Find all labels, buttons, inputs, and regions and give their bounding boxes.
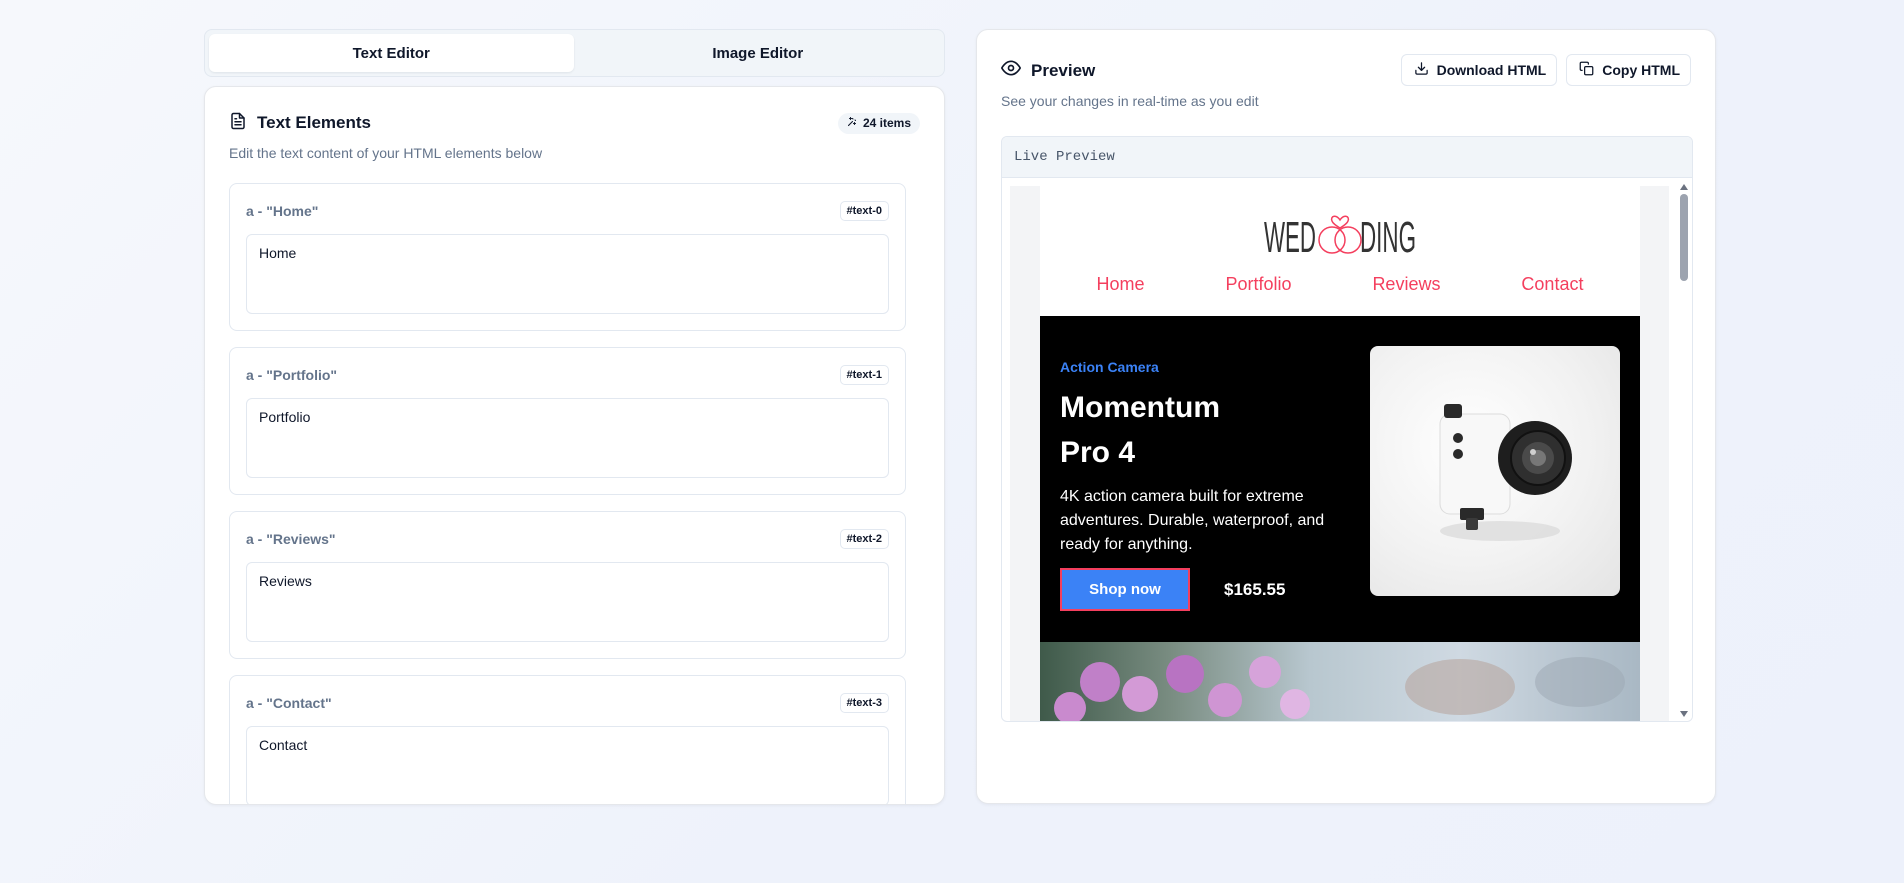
wedding-logo: WED DING — [1040, 202, 1640, 262]
shop-now-button[interactable]: Shop now — [1060, 568, 1190, 611]
eye-icon — [1001, 58, 1021, 83]
hero-title-line1: Momentum — [1060, 391, 1220, 424]
hero-price: $165.55 — [1224, 579, 1286, 599]
preview-card: Preview See your changes in real-time as… — [976, 29, 1716, 804]
text-item-input[interactable]: Contact — [246, 726, 889, 804]
section-title: Text Elements — [257, 113, 372, 132]
logo-text-left: WED — [1264, 213, 1316, 262]
editor-tabs: Text Editor Image Editor — [204, 29, 945, 77]
hero-cta-row: Shop now $165.55 — [1060, 568, 1285, 611]
email-nav-reviews[interactable]: Reviews — [1372, 274, 1440, 295]
scroll-thumb[interactable] — [1680, 194, 1688, 281]
text-item-label: a - "Contact" — [246, 695, 332, 711]
preview-header: Preview — [1001, 58, 1095, 83]
text-item: a - "Home" #text-0 Home — [229, 183, 906, 331]
live-preview-label: Live Preview — [1002, 137, 1692, 178]
text-item-input[interactable]: Home — [246, 234, 889, 314]
email-preview: WED DING Home Portfolio Reviews Contact — [1040, 186, 1640, 721]
text-item-id: #text-0 — [839, 201, 889, 221]
email-nav: Home Portfolio Reviews Contact — [1040, 274, 1640, 295]
preview-subtitle: See your changes in real-time as you edi… — [1001, 93, 1259, 109]
scroll-up-arrow[interactable] — [1680, 184, 1688, 190]
text-item-id: #text-2 — [839, 529, 889, 549]
email-header: WED DING Home Portfolio Reviews Contact — [1040, 186, 1640, 316]
text-item-label: a - "Home" — [246, 203, 319, 219]
text-item: a - "Contact" #text-3 Contact — [229, 675, 906, 804]
text-elements-card: Text Elements 24 items Edit the text con… — [204, 86, 945, 805]
email-nav-home[interactable]: Home — [1096, 274, 1144, 295]
text-item-input[interactable]: Portfolio — [246, 398, 889, 478]
items-count: 24 items — [862, 116, 911, 130]
document-icon — [229, 112, 247, 135]
email-nav-portfolio[interactable]: Portfolio — [1225, 274, 1291, 295]
copy-html-button[interactable]: Copy HTML — [1566, 54, 1691, 86]
live-preview-viewport[interactable]: WED DING Home Portfolio Reviews Contact — [1010, 186, 1669, 721]
bouquet-image — [1040, 642, 1640, 721]
text-items-list: a - "Home" #text-0 Home a - "Portfolio" … — [229, 183, 906, 804]
email-hero: Action Camera Momentum Pro 4 4K action c… — [1040, 316, 1640, 642]
editor-column: Text Editor Image Editor Text Elements 2… — [204, 29, 945, 805]
copy-html-label: Copy HTML — [1602, 62, 1680, 78]
tab-image-editor[interactable]: Image Editor — [576, 34, 941, 72]
preview-scrollbar[interactable] — [1676, 178, 1692, 721]
text-item: a - "Portfolio" #text-1 Portfolio — [229, 347, 906, 495]
preview-title: Preview — [1031, 60, 1096, 80]
text-item: a - "Reviews" #text-2 Reviews — [229, 511, 906, 659]
text-item-label: a - "Portfolio" — [246, 367, 338, 383]
download-html-label: Download HTML — [1436, 62, 1547, 78]
logo-text-right: DING — [1360, 213, 1416, 262]
live-preview-frame: Live Preview WED DING Home Portfolio Rev… — [1001, 136, 1693, 722]
scroll-down-arrow[interactable] — [1680, 711, 1688, 717]
sparkle-icon — [846, 116, 858, 131]
text-elements-header: Text Elements 24 items Edit the text con… — [229, 111, 920, 161]
hero-title: Momentum Pro 4 — [1060, 385, 1350, 475]
text-item-id: #text-1 — [839, 365, 889, 385]
hero-description: 4K action camera built for extreme adven… — [1060, 488, 1325, 553]
hero-title-line2: Pro 4 — [1060, 436, 1136, 469]
download-icon — [1414, 61, 1429, 79]
preview-actions: Download HTML Copy HTML — [1400, 54, 1691, 86]
text-item-input[interactable]: Reviews — [246, 562, 889, 642]
section-subtitle: Edit the text content of your HTML eleme… — [229, 145, 543, 161]
tab-text-editor[interactable]: Text Editor — [209, 34, 574, 72]
text-item-label: a - "Reviews" — [246, 531, 336, 547]
email-nav-contact[interactable]: Contact — [1521, 274, 1583, 295]
download-html-button[interactable]: Download HTML — [1400, 54, 1558, 86]
hero-tag: Action Camera — [1060, 359, 1159, 375]
text-item-id: #text-3 — [839, 693, 889, 713]
items-count-badge: 24 items — [837, 112, 920, 134]
action-camera-image — [1370, 346, 1620, 596]
copy-icon — [1579, 61, 1594, 79]
